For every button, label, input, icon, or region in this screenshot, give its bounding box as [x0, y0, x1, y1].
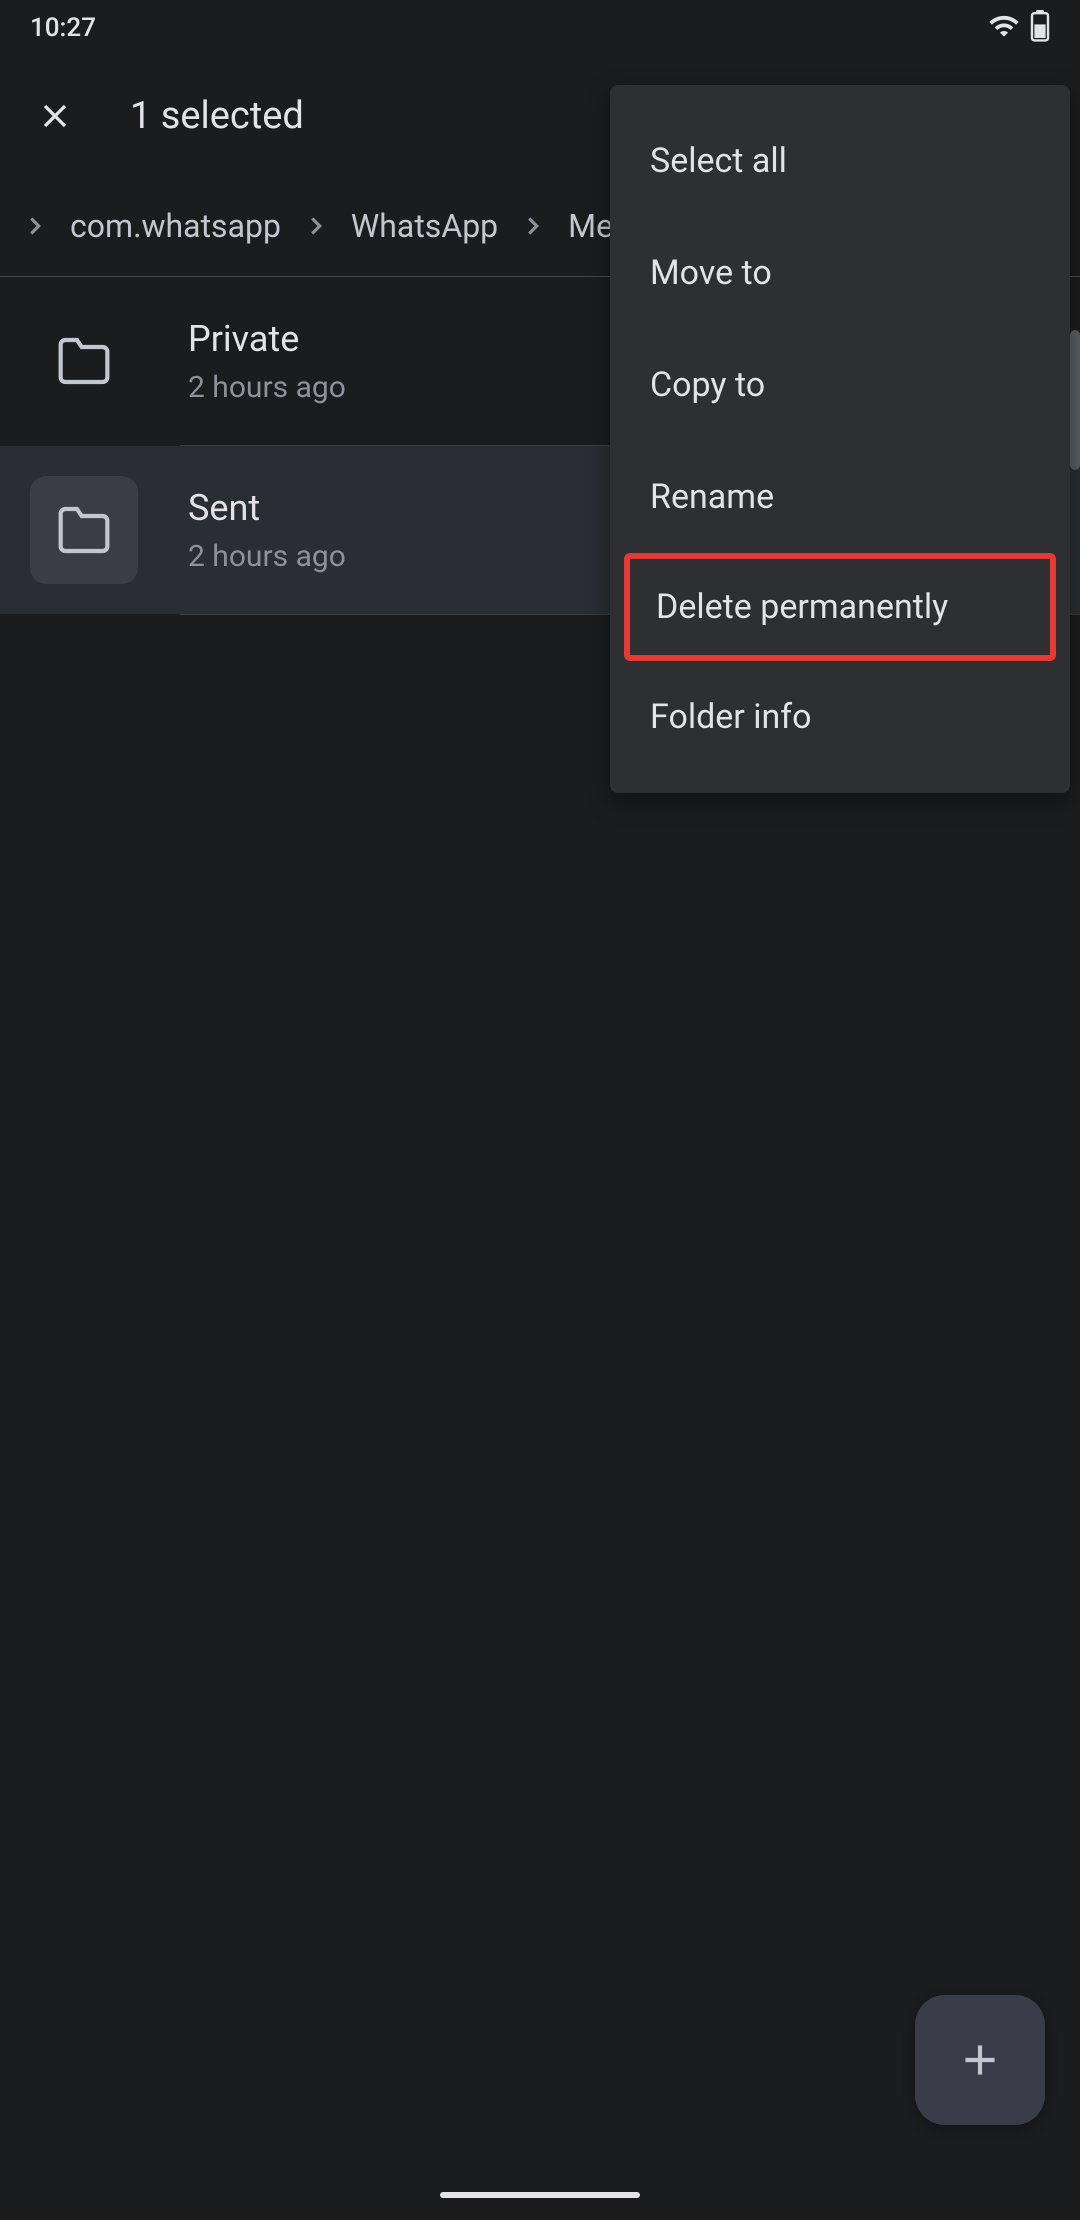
folder-icon [30, 307, 138, 415]
menu-select-all[interactable]: Select all [610, 105, 1070, 217]
menu-item-label: Delete permanently [656, 587, 948, 627]
breadcrumb-item[interactable]: WhatsApp [351, 207, 498, 245]
menu-item-label: Rename [650, 477, 774, 517]
folder-name: Private [188, 318, 346, 360]
menu-rename[interactable]: Rename [610, 441, 1070, 553]
menu-delete-permanently[interactable]: Delete permanently [624, 553, 1056, 661]
status-time: 10:27 [30, 13, 96, 43]
folder-time: 2 hours ago [188, 539, 346, 574]
status-bar: 10:27 [0, 0, 1080, 56]
battery-icon [1030, 10, 1050, 46]
file-info: Private 2 hours ago [188, 318, 346, 405]
close-button[interactable] [30, 91, 80, 141]
nav-handle[interactable] [440, 2192, 640, 2198]
menu-item-label: Select all [650, 141, 787, 181]
menu-copy-to[interactable]: Copy to [610, 329, 1070, 441]
breadcrumb-item[interactable]: Me [568, 207, 613, 245]
menu-folder-info[interactable]: Folder info [610, 661, 1070, 773]
menu-item-label: Folder info [650, 697, 812, 737]
folder-icon [30, 476, 138, 584]
status-icons [988, 10, 1050, 46]
folder-time: 2 hours ago [188, 370, 346, 405]
chevron-right-icon [15, 206, 55, 246]
selection-count: 1 selected [130, 94, 304, 138]
scroll-indicator[interactable] [1070, 330, 1080, 470]
context-menu: Select all Move to Copy to Rename Delete… [610, 85, 1070, 793]
nav-bar [0, 2170, 1080, 2220]
file-info: Sent 2 hours ago [188, 487, 346, 574]
menu-item-label: Copy to [650, 365, 765, 405]
menu-item-label: Move to [650, 253, 772, 293]
breadcrumb-item[interactable]: com.whatsapp [70, 207, 281, 245]
folder-name: Sent [188, 487, 346, 529]
chevron-right-icon [296, 206, 336, 246]
menu-move-to[interactable]: Move to [610, 217, 1070, 329]
add-fab-button[interactable] [915, 1995, 1045, 2125]
wifi-icon [988, 10, 1020, 46]
chevron-right-icon [513, 206, 553, 246]
